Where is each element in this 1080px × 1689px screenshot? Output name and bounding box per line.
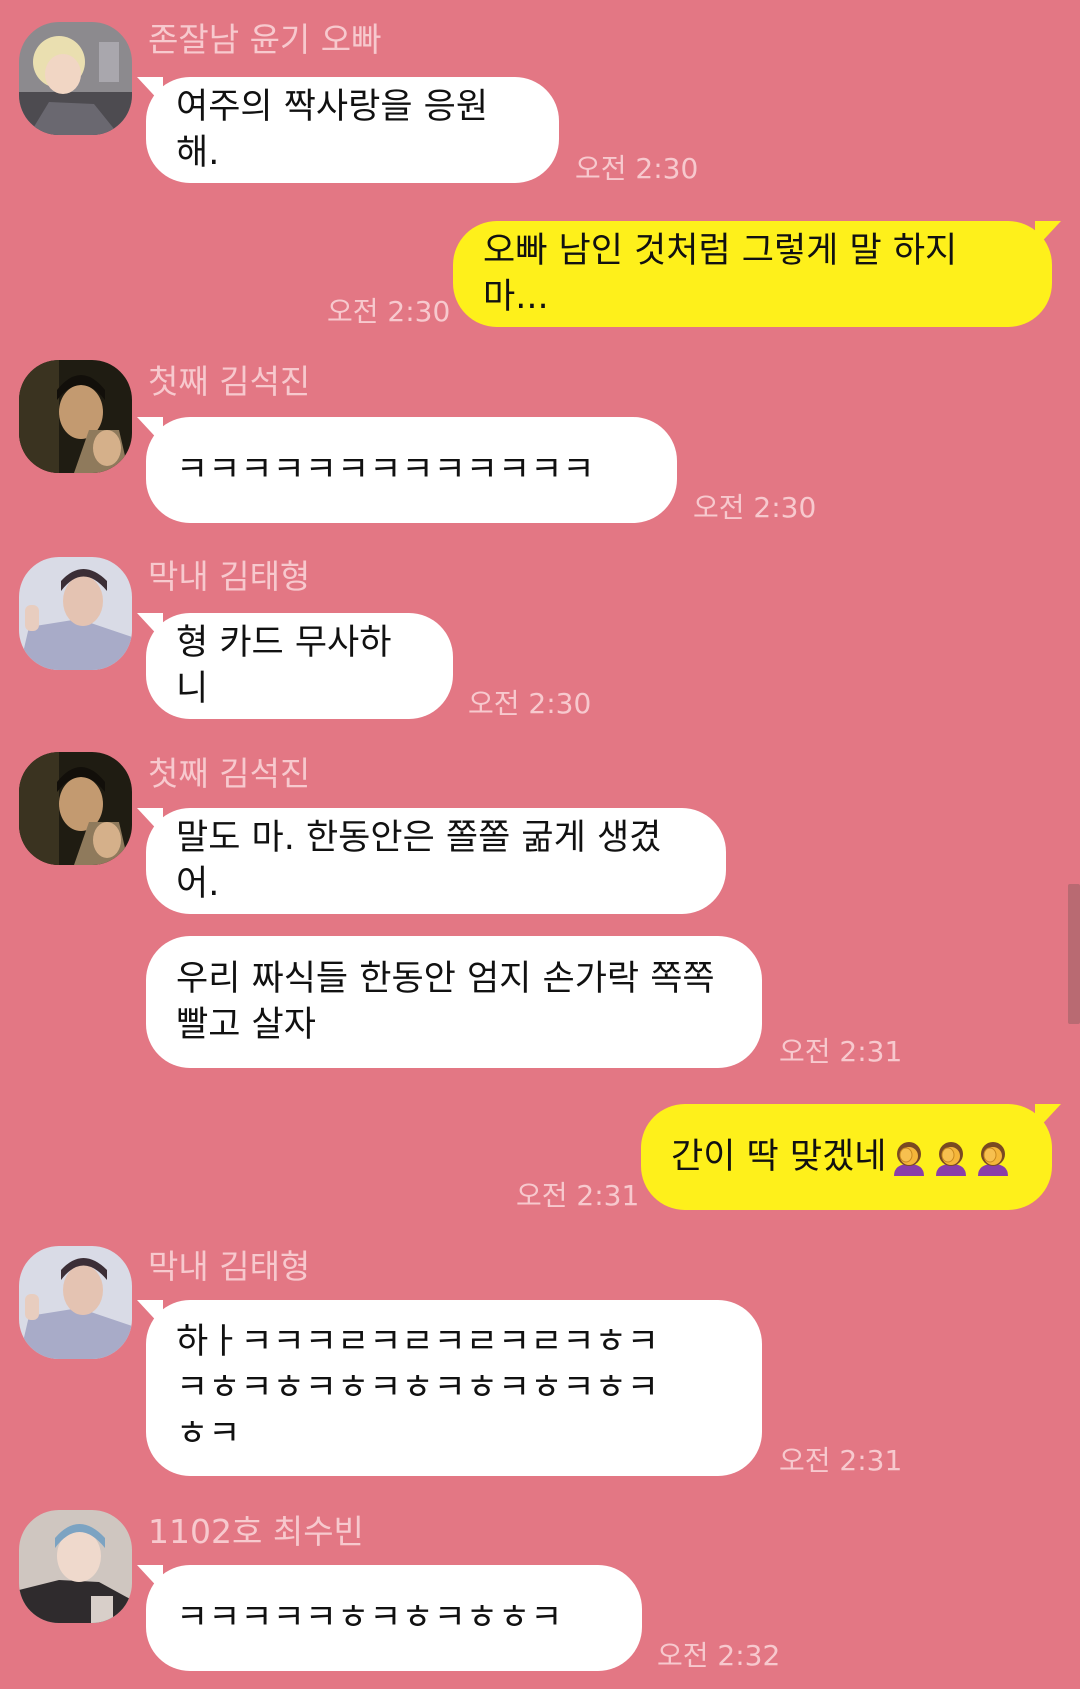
face-palm-woman-icon (936, 1142, 967, 1176)
profile-photo-icon (19, 1246, 132, 1359)
sender-name: 1102호 최수빈 (148, 1512, 364, 1551)
sender-name: 존잘남 윤기 오빠 (148, 20, 382, 59)
profile-photo-icon (19, 752, 132, 865)
message-text: 여주의 짝사랑을 응원해. (176, 87, 489, 173)
message-bubble[interactable]: 우리 짜식들 한동안 엄지 손가락 쪽쪽 빨고 살자 (146, 936, 762, 1068)
avatar-seokjin[interactable] (19, 360, 132, 473)
avatar-taehyung[interactable] (19, 557, 132, 670)
message-time: 오전 2:30 (327, 295, 451, 328)
message-time: 오전 2:30 (575, 152, 699, 185)
message-text: 간이 딱 맞겠네 (671, 1137, 887, 1177)
avatar-soobin[interactable] (19, 1510, 132, 1623)
avatar-taehyung[interactable] (19, 1246, 132, 1359)
message-text: ㅋㅋㅋㅋㅋㅋㅋㅋㅋㅋㅋㅋㅋ (176, 450, 595, 490)
face-palm-woman-icon (978, 1142, 1009, 1176)
message-time: 오전 2:31 (516, 1179, 640, 1212)
message-time: 오전 2:31 (779, 1444, 903, 1477)
sender-name: 막내 김태형 (148, 1247, 311, 1286)
face-palm-woman-icon (894, 1142, 925, 1176)
profile-photo-icon (19, 360, 132, 473)
message-text: 말도 마. 한동안은 쫄쫄 굶게 생겼어. (176, 818, 662, 904)
sender-name: 막내 김태형 (148, 557, 311, 596)
message-time: 오전 2:31 (779, 1035, 903, 1068)
message-text: ㅋㅋㅋㅋㅋㅎㅋㅎㅋㅎㅎㅋ (176, 1598, 563, 1638)
message-time: 오전 2:30 (693, 491, 817, 524)
message-bubble-outgoing[interactable]: 간이 딱 맞겠네 (641, 1104, 1061, 1210)
sender-name: 첫째 김석진 (148, 362, 311, 401)
profile-photo-icon (19, 1510, 132, 1623)
chat-room: 존잘남 윤기 오빠 여주의 짝사랑을 응원해. 오전 2:30 오빠 남인 것처… (0, 0, 1080, 1689)
message-text: 하ㅏㅋㅋㅋㄹㅋㄹㅋㄹㅋㄹㅋㅎㅋ ㅋㅎㅋㅎㅋㅎㅋㅎㅋㅎㅋㅎㅋㅎㅋ ㅎㅋ (176, 1322, 660, 1454)
message-text: 오빠 남인 것처럼 그렇게 말 하지 마... (483, 231, 958, 317)
message-bubble[interactable]: 여주의 짝사랑을 응원해. (137, 77, 559, 183)
message-text: 우리 짜식들 한동안 엄지 손가락 쪽쪽 빨고 살자 (176, 959, 715, 1045)
avatar-seokjin[interactable] (19, 752, 132, 865)
avatar-yoongi[interactable] (19, 22, 132, 135)
message-bubble[interactable]: ㅋㅋㅋㅋㅋㅋㅋㅋㅋㅋㅋㅋㅋ (137, 417, 677, 523)
message-bubble-outgoing[interactable]: 오빠 남인 것처럼 그렇게 말 하지 마... (453, 221, 1061, 327)
profile-photo-icon (19, 22, 132, 135)
profile-photo-icon (19, 557, 132, 670)
scrollbar-thumb[interactable] (1068, 884, 1080, 1024)
message-bubble[interactable]: 형 카드 무사하니 (137, 613, 453, 719)
message-text: 형 카드 무사하니 (176, 623, 392, 709)
sender-name: 첫째 김석진 (148, 754, 311, 793)
message-bubble[interactable]: 말도 마. 한동안은 쫄쫄 굶게 생겼어. (137, 808, 726, 914)
message-time: 오전 2:32 (657, 1639, 781, 1672)
message-bubble[interactable]: 하ㅏㅋㅋㅋㄹㅋㄹㅋㄹㅋㄹㅋㅎㅋ ㅋㅎㅋㅎㅋㅎㅋㅎㅋㅎㅋㅎㅋㅎㅋ ㅎㅋ (137, 1300, 762, 1476)
message-bubble[interactable]: ㅋㅋㅋㅋㅋㅎㅋㅎㅋㅎㅎㅋ (137, 1565, 642, 1671)
message-time: 오전 2:30 (468, 687, 592, 720)
